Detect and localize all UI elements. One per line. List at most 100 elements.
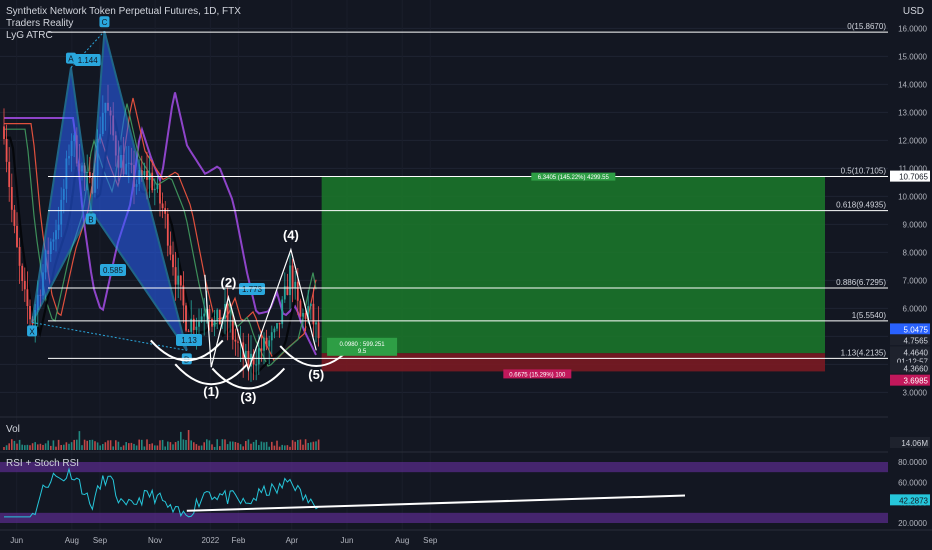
pattern-ratio-label: 1.13: [181, 336, 197, 345]
candle-body: [294, 281, 297, 289]
volume-bar: [286, 445, 289, 450]
volume-bar: [258, 445, 260, 450]
volume-bar: [146, 439, 148, 450]
candle-body: [26, 289, 29, 307]
target-zone[interactable]: [321, 176, 825, 354]
volume-pane-label[interactable]: Vol: [6, 424, 20, 435]
candle-body: [8, 161, 11, 188]
volume-bar: [60, 444, 62, 450]
volume-bar: [182, 439, 185, 450]
stats-label-2: 9.5: [358, 349, 367, 355]
currency-label[interactable]: USD: [903, 6, 924, 17]
volume-bar: [37, 444, 39, 450]
volume-bar: [252, 441, 255, 450]
volume-bar: [255, 439, 257, 450]
volume-bar: [317, 439, 320, 450]
fib-level-label: 1.13(4.2135): [841, 348, 887, 357]
volume-bar: [138, 439, 140, 450]
time-axis[interactable]: Jun Aug Sep Nov 2022 Feb Apr Jun Aug Sep: [0, 529, 932, 550]
volume-bar: [271, 441, 273, 450]
price-label: 4.3660: [904, 365, 929, 374]
candle-body: [203, 313, 206, 317]
volume-bar: [102, 444, 104, 450]
volume-bar: [177, 440, 179, 450]
volume-bar: [47, 440, 49, 450]
volume-bar: [57, 439, 60, 450]
pattern-point-label: B: [88, 215, 93, 224]
volume-bar: [312, 441, 315, 450]
candle-body: [211, 318, 213, 327]
pattern-point-label: C: [102, 18, 108, 27]
candle-body: [255, 364, 258, 366]
volume-bar: [172, 444, 174, 450]
volume-bar: [107, 440, 109, 450]
price-tick: 14.0000: [898, 80, 927, 89]
pattern-ratio-label: 1.773: [242, 285, 263, 294]
volume-bar: [83, 439, 86, 450]
volume-bar: [242, 446, 244, 450]
volume-bar: [99, 445, 101, 450]
volume-bar: [247, 439, 250, 450]
fib-level-label: 0.5(10.7105): [841, 167, 887, 176]
volume-bar: [193, 442, 195, 450]
price-label: 4.7565: [904, 336, 929, 345]
time-tick: Jun: [341, 536, 354, 545]
price-tick: 13.0000: [898, 108, 927, 117]
volume-bar: [91, 439, 94, 450]
wave-label: (5): [308, 367, 324, 382]
volume-bar: [224, 439, 226, 450]
candle-body: [195, 326, 198, 331]
volume-bar: [216, 439, 218, 450]
volume-bar: [128, 443, 130, 450]
candle-body: [317, 322, 320, 339]
rsi-value: 42.2873: [899, 496, 928, 505]
volume-bar: [81, 445, 83, 450]
price-tick: 15.0000: [898, 52, 927, 61]
volume-bar: [211, 444, 213, 450]
pattern-point-label: X: [29, 327, 35, 336]
volume-bar: [133, 443, 135, 450]
stop-zone[interactable]: [321, 353, 825, 372]
rsi-pane-label[interactable]: RSI + Stoch RSI: [6, 458, 79, 469]
time-tick: Apr: [286, 536, 299, 545]
candle-body: [296, 281, 299, 301]
candle-body: [260, 348, 263, 351]
candle-body: [161, 203, 164, 209]
indicator-traders-reality[interactable]: Traders Reality: [6, 18, 73, 29]
candle-body: [309, 303, 312, 307]
candle-body: [166, 213, 169, 246]
candle-body: [151, 172, 154, 191]
pattern-ratio-label: 1.144: [78, 56, 99, 65]
time-tick: Aug: [395, 536, 409, 545]
candle-body: [218, 309, 221, 325]
volume-bar: [135, 445, 138, 450]
candle-body: [21, 265, 24, 281]
candle-body: [16, 225, 18, 247]
time-tick: Feb: [231, 536, 245, 545]
symbol-title[interactable]: Synthetix Network Token Perpetual Future…: [6, 6, 241, 17]
candle-body: [13, 209, 16, 226]
volume-bar: [52, 440, 55, 450]
candle-body: [179, 275, 182, 286]
volume-bar: [263, 442, 265, 450]
price-tick: 3.0000: [903, 388, 928, 397]
rsi-tick: 60.0000: [898, 478, 927, 487]
candle-body: [268, 340, 271, 347]
volume-bar: [18, 439, 21, 450]
volume-bar: [245, 441, 247, 450]
volume-bar: [26, 444, 29, 450]
price-axis[interactable]: 16.000015.000014.000013.000012.000011.00…: [888, 0, 932, 530]
indicator-lyg-atrc[interactable]: LyG ATRC: [6, 30, 53, 41]
volume-bar: [89, 439, 91, 450]
volume-bar: [94, 441, 96, 450]
fib-level-label: 1(5.5540): [852, 311, 887, 320]
candle-body: [270, 332, 273, 341]
candle-body: [265, 337, 268, 347]
volume-bar: [130, 442, 133, 450]
volume-bar: [50, 445, 52, 450]
volume-bar: [190, 440, 192, 450]
chart-canvas[interactable]: XABCD1.1440.5851.7731.130(15.8670)0.5(10…: [0, 0, 932, 550]
volume-bar: [109, 440, 112, 450]
candle-body: [156, 184, 159, 190]
volume-bar: [284, 445, 286, 450]
